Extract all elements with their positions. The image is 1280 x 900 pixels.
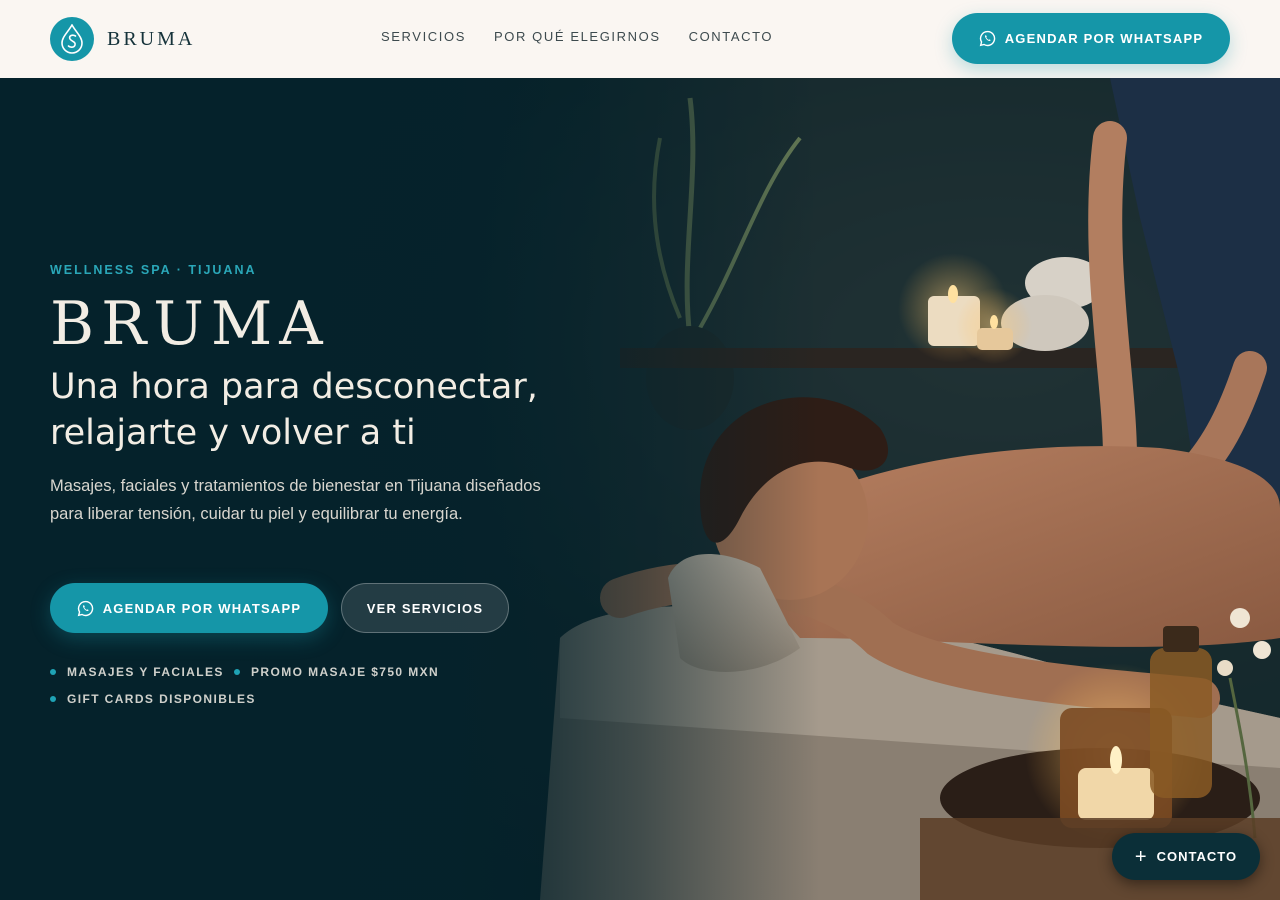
nav-link-contacto[interactable]: CONTACTO xyxy=(689,29,774,44)
nav-link-por-que-elegirnos[interactable]: POR QUÉ ELEGIRNOS xyxy=(494,29,661,44)
bullet-dot-icon xyxy=(50,669,56,675)
brand-logo[interactable]: BRUMA xyxy=(50,17,195,61)
hero-description: Masajes, faciales y tratamientos de bien… xyxy=(50,477,541,523)
bullet-dot-icon xyxy=(50,696,56,702)
header-cta-label: AGENDAR POR WHATSAPP xyxy=(1004,31,1204,46)
feature-item: PROMO MASAJE $750 MXN xyxy=(234,665,439,679)
floating-contact-label: CONTACTO xyxy=(1156,849,1238,864)
hero-subtitle-line-2: relajarte y volver a ti xyxy=(50,413,416,453)
site-header: BRUMA SERVICIOS POR QUÉ ELEGIRNOS CONTAC… xyxy=(0,0,1280,78)
header-whatsapp-button[interactable]: AGENDAR POR WHATSAPP xyxy=(952,13,1230,64)
hero-eyebrow: WELLNESS SPA · TIJUANA xyxy=(50,263,257,277)
plus-icon: + xyxy=(1134,845,1148,868)
feature-item: MASAJES Y FACIALES xyxy=(50,665,224,679)
feature-item: GIFT CARDS DISPONIBLES xyxy=(50,692,256,706)
water-drop-s-icon xyxy=(50,17,94,61)
nav-link-servicios[interactable]: SERVICIOS xyxy=(381,29,466,44)
feature-label: GIFT CARDS DISPONIBLES xyxy=(67,692,256,706)
feature-label: PROMO MASAJE $750 MXN xyxy=(251,665,440,679)
whatsapp-icon xyxy=(979,30,995,47)
hero-subtitle: Una hora para desconectar, relajarte y v… xyxy=(50,364,610,456)
bullet-dot-icon xyxy=(234,669,240,675)
hero-whatsapp-button[interactable]: AGENDAR POR WHATSAPP xyxy=(50,583,328,633)
feature-label: MASAJES Y FACIALES xyxy=(67,665,224,679)
hero-subtitle-line-1: Una hora para desconectar, xyxy=(50,367,538,407)
main-nav: SERVICIOS POR QUÉ ELEGIRNOS CONTACTO xyxy=(381,29,801,44)
floating-contact-button[interactable]: + CONTACTO xyxy=(1112,833,1260,880)
view-services-button[interactable]: VER SERVICIOS xyxy=(341,583,509,633)
brand-name: BRUMA xyxy=(107,27,196,50)
hero-title: BRUMA xyxy=(50,289,330,359)
hero-primary-cta-label: AGENDAR POR WHATSAPP xyxy=(102,600,302,616)
hero-secondary-cta-label: VER SERVICIOS xyxy=(366,600,484,616)
whatsapp-icon xyxy=(77,600,93,616)
